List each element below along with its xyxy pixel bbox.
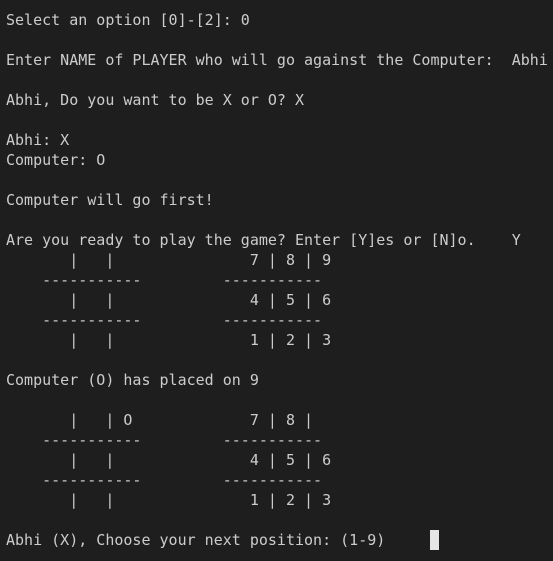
board-divider: ----------- ----------- (6, 431, 323, 449)
ready-prompt-line: Are you ready to play the game? Enter [Y… (6, 231, 521, 249)
option-selection-line: Select an option [0]-[2]: 0 (6, 11, 250, 29)
computer-move-line: Computer (O) has placed on 9 (6, 371, 259, 389)
board-row-bottom: | | 1 | 2 | 3 (6, 491, 332, 509)
board-row-bottom: | | 1 | 2 | 3 (6, 331, 332, 349)
player-symbol-line: Abhi: X (6, 131, 70, 149)
board-divider: ----------- ----------- (6, 311, 323, 329)
board-row-top: | | O 7 | 8 | (6, 411, 314, 429)
player-name-prompt-line: Enter NAME of PLAYER who will go against… (6, 51, 548, 69)
board-divider: ----------- ----------- (6, 271, 323, 289)
position-input-line[interactable]: Abhi (X), Choose your next position: (1-… (6, 530, 553, 550)
terminal-output[interactable]: Select an option [0]-[2]: 0 Enter NAME o… (0, 0, 553, 561)
board-row-top: | | 7 | 8 | 9 (6, 251, 332, 269)
board-row-middle: | | 4 | 5 | 6 (6, 451, 332, 469)
board-row-middle: | | 4 | 5 | 6 (6, 291, 332, 309)
first-turn-line: Computer will go first! (6, 191, 214, 209)
terminal-cursor[interactable] (430, 530, 440, 550)
computer-symbol-line: Computer: O (6, 151, 106, 169)
symbol-choice-line: Abhi, Do you want to be X or O? X (6, 91, 305, 109)
position-prompt: Abhi (X), Choose your next position: (1-… (6, 531, 431, 549)
board-divider: ----------- ----------- (6, 471, 323, 489)
